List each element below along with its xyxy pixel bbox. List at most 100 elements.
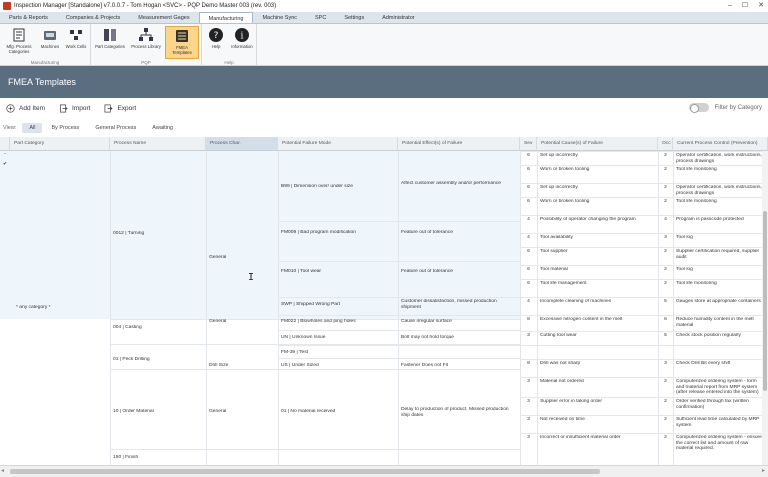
control-cell: Tool log — [676, 235, 693, 240]
column-header-potential-cause-s-of-failure[interactable]: Potential Cause(s) of Failure — [537, 137, 658, 151]
process-char-cell: General — [209, 319, 227, 324]
effect-cell: Delay to production of product. Missed p… — [401, 407, 509, 418]
row-marker-collapse-icon[interactable]: ⌃ — [3, 153, 11, 161]
vertical-scrollbar[interactable] — [762, 151, 768, 465]
occ-cell: 2 — [664, 167, 667, 172]
part-categories-label: Part Categories — [95, 44, 125, 49]
close-icon[interactable]: ✕ — [758, 0, 764, 12]
row-divider — [278, 261, 520, 262]
help-icon: ? — [209, 28, 223, 42]
column-header-occ[interactable]: Occ — [658, 137, 673, 151]
row-divider — [520, 397, 768, 398]
add-item-label: Add Item — [19, 104, 46, 112]
tab-settings[interactable]: Settings — [335, 12, 373, 23]
export-button[interactable]: Export — [104, 104, 136, 113]
cause-cell — [540, 347, 657, 359]
import-label: Import — [72, 104, 91, 112]
fmea-templates-button[interactable]: FMEA Templates — [165, 26, 199, 59]
occ-cell: 2 — [664, 267, 667, 272]
tab-companies-projects[interactable]: Companies & Projects — [57, 12, 129, 23]
column-header-sev[interactable]: Sev — [520, 137, 537, 151]
svg-text:i: i — [241, 32, 244, 42]
work-cells-button[interactable]: Work Cells — [64, 26, 88, 59]
filter-by-category-label: Filter by Category — [714, 104, 762, 111]
control-cell: Program is passcode protected — [676, 217, 744, 222]
column-header-potential-failure-mode[interactable]: Potential Failure Mode — [278, 137, 398, 151]
cause-cell: Supplier error in taking order — [540, 399, 602, 404]
column-header-process-char[interactable]: Process Char. — [206, 137, 278, 151]
machines-button[interactable]: Machines — [38, 26, 62, 59]
column-header-current-process-control-prevention[interactable]: Current Process Control (Prevention) — [673, 137, 768, 151]
tab-parts-reports[interactable]: Parts & Reports — [0, 12, 57, 23]
column-divider — [110, 151, 111, 465]
control-cell: Operator certification, work instruction… — [676, 153, 762, 164]
view-filter-general-process[interactable]: General Process — [88, 123, 143, 133]
control-cell: Sufficient lead time calculated by MRP s… — [676, 417, 760, 428]
column-header-part-category[interactable]: Part Category — [10, 137, 110, 151]
app-logo-icon — [3, 2, 11, 10]
work-cells-icon — [70, 30, 82, 40]
tab-measurement-gages[interactable]: Measurement Gages — [129, 12, 198, 23]
process-name-cell: 004 | Casting — [113, 325, 142, 330]
information-icon: i — [235, 28, 249, 42]
ribbon-group-label: Help — [224, 60, 234, 65]
horizontal-scrollbar[interactable]: ◂ ▸ — [0, 465, 768, 477]
tab-manufacturing[interactable]: Manufacturing — [198, 12, 254, 23]
failure-mode-cell: US | Under Sized — [281, 363, 319, 368]
effect-cell: Bolt may not hold torque — [401, 335, 455, 340]
scroll-left-icon[interactable]: ◂ — [1, 467, 4, 474]
row-divider — [520, 359, 768, 360]
column-divider — [537, 151, 538, 465]
filter-by-category-toggle[interactable] — [688, 103, 709, 113]
column-header-process-name[interactable]: Process Name — [110, 137, 206, 151]
fmea-templates-icon — [176, 30, 188, 42]
view-filter-all[interactable]: All — [22, 123, 43, 133]
control-cell: Check stock position regularly — [676, 333, 741, 338]
control-cell: Operator certification, work instruction… — [676, 185, 762, 196]
sev-cell: 3 — [527, 399, 530, 404]
process-library-button[interactable]: Process Library — [129, 26, 163, 59]
tab-machine-sync[interactable]: Machine Sync — [253, 12, 306, 23]
work-cells-label: Work Cells — [65, 44, 87, 49]
horizontal-scroll-thumb[interactable] — [10, 469, 600, 474]
export-label: Export — [117, 104, 137, 112]
add-item-button[interactable]: Add Item — [6, 103, 46, 113]
process-name-cell: 01 | Peck Drilling — [113, 357, 150, 362]
sev-cell — [523, 347, 536, 359]
occ-cell: 2 — [664, 199, 667, 204]
mfg-process-categories-button[interactable]: Mfg. Process Categories — [2, 26, 36, 59]
tab-administrator[interactable]: Administrator — [373, 12, 423, 23]
view-filter-awaiting[interactable]: Awaiting — [145, 123, 180, 133]
sev-cell: 4 — [527, 235, 530, 240]
occ-cell — [661, 347, 672, 359]
row-divider — [520, 315, 768, 316]
view-filter-bar: View: All By Process General Process Awaiti… — [0, 120, 768, 136]
export-icon — [104, 104, 114, 112]
maximize-icon[interactable]: ☐ — [742, 0, 748, 12]
fmea-grid: Part Category Process Name Process Char. Po… — [0, 137, 768, 465]
cause-cell: Tool life management — [540, 281, 587, 286]
information-button[interactable]: i Information — [230, 26, 254, 59]
scroll-right-icon[interactable]: ▸ — [762, 467, 765, 474]
vertical-scroll-thumb[interactable] — [763, 211, 767, 391]
process-char-cell: General — [209, 255, 227, 260]
help-label: Help — [211, 44, 221, 49]
import-button[interactable]: Import — [59, 104, 90, 113]
row-check-icon[interactable]: ✔ — [3, 162, 11, 170]
control-cell: Tool life monitoring — [676, 281, 717, 286]
cause-cell: Drill was not sharp — [540, 361, 581, 366]
minimize-icon[interactable]: – — [728, 0, 732, 12]
mfg-process-categories-label: Mfg. Process Categories — [6, 44, 32, 54]
row-divider — [520, 233, 768, 234]
row-divider — [520, 183, 768, 184]
column-divider — [206, 151, 207, 465]
column-header-potential-effect-s-of-failure[interactable]: Potential Effect(s) of Failure — [398, 137, 520, 151]
help-button[interactable]: ? Help — [204, 26, 228, 59]
occ-cell: 2 — [664, 399, 667, 404]
cause-cell: Set up incorrectly — [540, 185, 578, 190]
part-categories-button[interactable]: Part Categories — [93, 26, 127, 59]
view-filter-by-process[interactable]: By Process — [44, 123, 86, 133]
control-cell: Supplier certification required, supplie… — [676, 249, 760, 260]
select-all-header[interactable] — [0, 137, 10, 151]
tab-spc[interactable]: SPC — [306, 12, 335, 23]
